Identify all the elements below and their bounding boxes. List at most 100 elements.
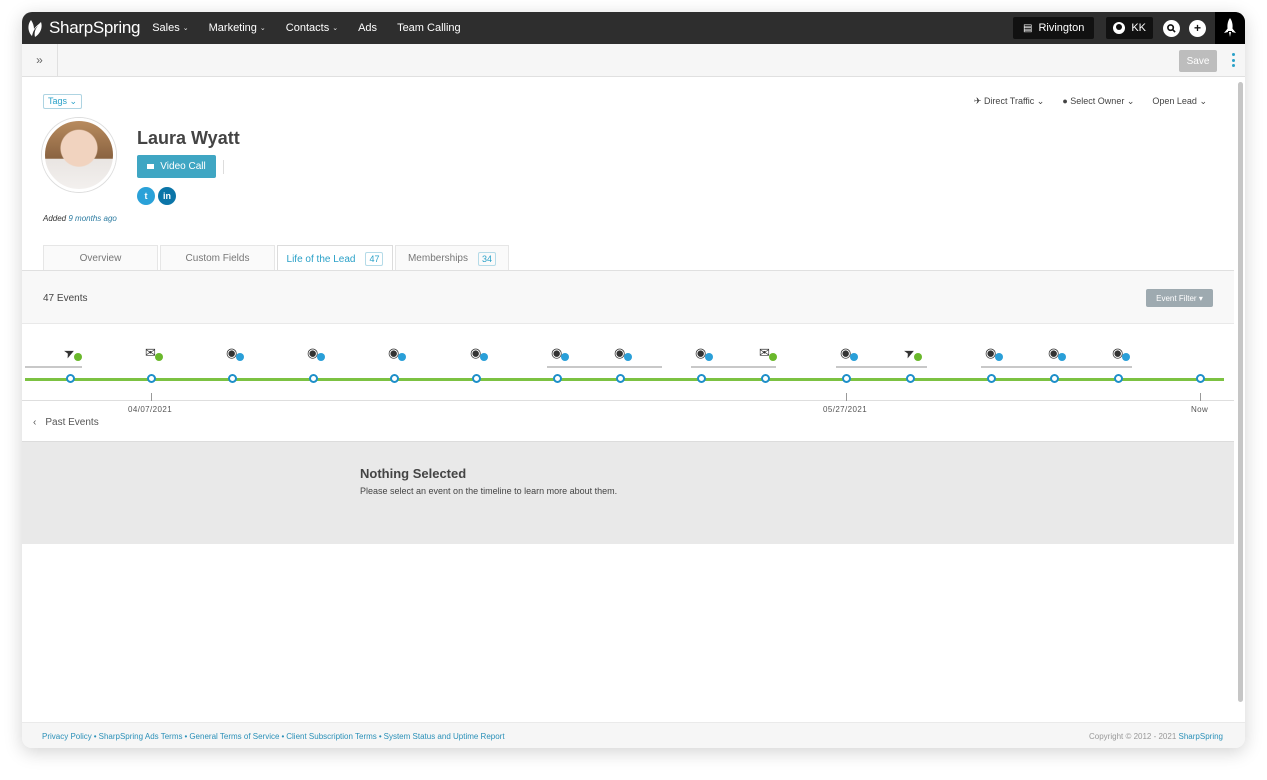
timeline-event-node[interactable] — [1050, 374, 1059, 383]
brand-logo[interactable]: SharpSpring — [26, 12, 141, 44]
nav-ads[interactable]: Ads — [358, 22, 377, 34]
email-icon[interactable]: ✉ — [143, 345, 167, 363]
contact-tabs: Overview Custom Fields Life of the Lead 4… — [43, 245, 511, 272]
globe-icon[interactable]: ◉ — [612, 345, 636, 363]
copyright: Copyright © 2012 - 2021 SharpSpring — [1089, 732, 1223, 741]
search-icon[interactable] — [1163, 19, 1180, 37]
owner-dropdown[interactable]: ● Select Owner ⌄ — [1062, 96, 1134, 107]
account-name: Rivington — [1038, 22, 1085, 34]
tab-count-badge: 34 — [478, 251, 497, 266]
expand-sidebar-icon[interactable]: » — [22, 44, 58, 76]
save-button[interactable]: Save — [1179, 50, 1217, 72]
timeline-event-node[interactable] — [147, 374, 156, 383]
timeline-date-label: Now — [1191, 405, 1209, 414]
tags-dropdown[interactable]: Tags ⌄ — [43, 94, 83, 109]
ads-terms-link[interactable]: SharpSpring Ads Terms — [99, 732, 183, 741]
globe-icon[interactable]: ◉ — [549, 345, 573, 363]
lead-source-dropdown[interactable]: ✈ Direct Traffic ⌄ — [974, 96, 1044, 107]
scrollbar-thumb[interactable] — [1238, 82, 1243, 702]
chevron-down-icon: ⌄ — [182, 25, 189, 32]
globe-icon[interactable]: ◉ — [838, 345, 862, 363]
nav-contacts[interactable]: Contacts ⌄ — [286, 22, 338, 34]
timeline-event-node[interactable] — [697, 374, 706, 383]
user-icon: ● — [1062, 96, 1068, 106]
timeline-event-node[interactable] — [309, 374, 318, 383]
timeline-event-node[interactable] — [761, 374, 770, 383]
timeline-event-group — [691, 366, 776, 368]
timeline-tick — [846, 393, 847, 401]
paper-plane-icon[interactable]: ➤ — [901, 343, 926, 363]
globe-icon[interactable]: ◉ — [224, 345, 248, 363]
added-timestamp: Added 9 months ago — [43, 214, 117, 223]
contact-name: Laura Wyatt — [137, 128, 240, 148]
nav-team-calling-label: Team Calling — [397, 22, 461, 34]
nav-team-calling[interactable]: Team Calling — [397, 22, 461, 34]
timeline-event-node[interactable] — [842, 374, 851, 383]
lead-status-label: Open Lead — [1152, 96, 1197, 106]
contact-meta-controls: ✈ Direct Traffic ⌄ ● Select Owner ⌄ Open… — [956, 96, 1207, 107]
timeline-event-node[interactable] — [1114, 374, 1123, 383]
timeline-event-node[interactable] — [390, 374, 399, 383]
more-options-icon[interactable] — [1232, 53, 1235, 67]
paper-plane-icon[interactable]: ➤ — [61, 343, 86, 363]
timeline-event-group — [981, 366, 1132, 368]
nav-sales[interactable]: Sales ⌄ — [152, 22, 188, 34]
timeline-event-node[interactable] — [616, 374, 625, 383]
caret-down-icon: ▾ — [1198, 293, 1203, 303]
added-prefix: Added — [43, 214, 67, 223]
timeline-event-node[interactable] — [1196, 374, 1205, 383]
chevron-down-icon: ⌄ — [332, 25, 339, 32]
building-icon: ▤ — [1023, 22, 1033, 34]
timeline-date-label: 05/27/2021 — [823, 405, 868, 414]
nav-ads-label: Ads — [358, 22, 378, 34]
globe-icon[interactable]: ◉ — [1046, 345, 1070, 363]
terms-of-service-link[interactable]: General Terms of Service — [189, 732, 279, 741]
tab-custom-fields[interactable]: Custom Fields — [160, 245, 275, 271]
globe-icon[interactable]: ◉ — [468, 345, 492, 363]
video-call-label: Video Call — [160, 161, 206, 172]
nav-contacts-label: Contacts — [285, 22, 330, 34]
globe-icon[interactable]: ◉ — [386, 345, 410, 363]
globe-icon[interactable]: ◉ — [305, 345, 329, 363]
add-icon[interactable]: + — [1189, 19, 1206, 37]
timeline-event-node[interactable] — [472, 374, 481, 383]
timeline-tick — [151, 393, 152, 401]
event-timeline[interactable]: ➤ ✉ ◉ ◉ ◉ ◉ ◉ ◉ ◉ ✉ ◉ ➤ ◉ ◉ ◉ — [22, 323, 1234, 401]
twitter-icon[interactable]: t — [137, 187, 155, 205]
video-call-button[interactable]: Video Call — [137, 155, 216, 178]
chevron-down-icon: ⌄ — [1199, 96, 1207, 106]
user-menu-button[interactable]: KK — [1106, 17, 1153, 39]
timeline-tick — [1200, 393, 1201, 401]
globe-icon[interactable]: ◉ — [1110, 345, 1134, 363]
event-filter-button[interactable]: Event Filter ▾ — [1146, 289, 1213, 307]
lead-source-label: Direct Traffic — [983, 96, 1035, 106]
account-switcher-button[interactable]: ▤ Rivington — [1013, 17, 1095, 39]
linkedin-icon[interactable]: in — [158, 187, 176, 205]
past-events-label: Past Events — [45, 417, 99, 428]
owner-label: Select Owner — [1070, 96, 1125, 106]
tab-overview[interactable]: Overview — [43, 245, 158, 271]
timeline-event-node[interactable] — [228, 374, 237, 383]
past-events-link[interactable]: ‹ Past Events — [33, 417, 99, 428]
tab-memberships[interactable]: Memberships 34 — [395, 245, 509, 271]
tab-life-of-the-lead[interactable]: Life of the Lead 47 — [277, 245, 393, 272]
empty-state-message: Please select an event on the timeline t… — [360, 486, 618, 496]
timeline-event-node[interactable] — [987, 374, 996, 383]
record-toolbar: » Save — [22, 44, 1245, 77]
globe-icon[interactable]: ◉ — [983, 345, 1007, 363]
nav-sales-label: Sales — [152, 22, 180, 34]
copyright-brand-link[interactable]: SharpSpring — [1179, 732, 1223, 741]
page-scrollbar[interactable] — [1237, 78, 1243, 708]
nav-marketing[interactable]: Marketing ⌄ — [209, 22, 266, 34]
privacy-policy-link[interactable]: Privacy Policy — [42, 732, 92, 741]
globe-icon[interactable]: ◉ — [693, 345, 717, 363]
timeline-event-node[interactable] — [906, 374, 915, 383]
chevron-left-icon: ‹ — [33, 417, 37, 428]
email-icon[interactable]: ✉ — [757, 345, 781, 363]
lead-status-dropdown[interactable]: Open Lead ⌄ — [1152, 96, 1207, 107]
subscription-terms-link[interactable]: Client Subscription Terms — [286, 732, 377, 741]
rocket-icon[interactable] — [1215, 12, 1245, 44]
timeline-event-node[interactable] — [66, 374, 75, 383]
system-status-link[interactable]: System Status and Uptime Report — [384, 732, 505, 741]
timeline-event-node[interactable] — [553, 374, 562, 383]
